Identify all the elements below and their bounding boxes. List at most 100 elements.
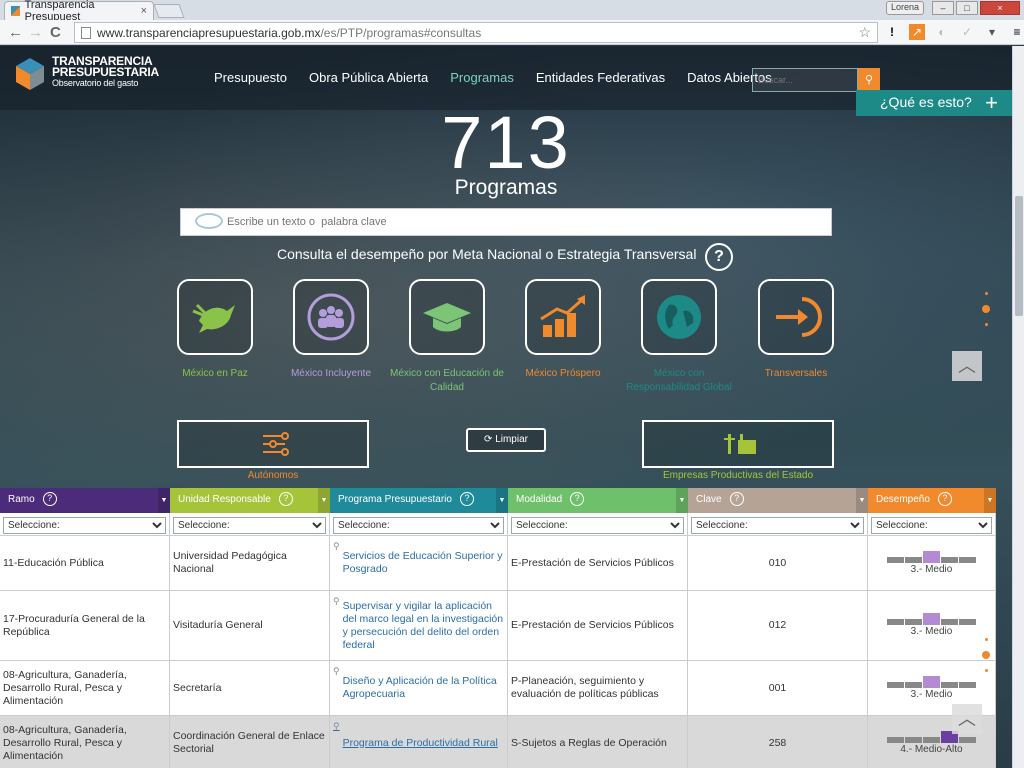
- performance-indicator: 3.- Medio: [871, 675, 992, 701]
- new-tab-button[interactable]: [153, 4, 185, 18]
- alert-extension-icon[interactable]: !: [884, 24, 900, 40]
- reload-icon[interactable]: C: [50, 24, 61, 41]
- meta-mexico-educacion[interactable]: México con Educación de Calidad: [387, 279, 507, 395]
- search-icon[interactable]: ⚲: [858, 68, 880, 92]
- keyword-search: [180, 208, 832, 236]
- help-icon[interactable]: ?: [729, 492, 744, 506]
- meta-icon-box: [409, 279, 485, 355]
- menu-entidades[interactable]: Entidades Federativas: [536, 70, 665, 85]
- scroll-top-icon[interactable]: ︿: [952, 351, 982, 381]
- minimize-icon[interactable]: –: [932, 1, 954, 15]
- sort-arrow-icon[interactable]: ▼: [318, 488, 330, 513]
- meta-transversales[interactable]: Transversales: [736, 279, 856, 381]
- filter-clave-select[interactable]: Seleccione:: [691, 517, 864, 534]
- search-icon: ⚲: [333, 721, 340, 731]
- help-icon[interactable]: ?: [937, 492, 952, 506]
- header-modalidad[interactable]: Modalidad? ▼: [508, 488, 688, 513]
- back-icon[interactable]: ←: [8, 24, 23, 41]
- tab-close-icon[interactable]: ×: [141, 5, 147, 17]
- moon-extension-icon[interactable]: ◐: [934, 24, 950, 40]
- scrollbar-thumb[interactable]: [1015, 196, 1023, 316]
- indicator-dot-active[interactable]: [982, 305, 990, 313]
- help-icon[interactable]: ?: [705, 243, 733, 271]
- meta-label: México con Responsabilidad Global: [626, 368, 732, 393]
- meta-mexico-en-paz[interactable]: México en Paz: [155, 279, 275, 381]
- program-link[interactable]: ⚲ Supervisar y vigilar la aplicación del …: [330, 591, 508, 660]
- site-search-input[interactable]: [752, 68, 858, 92]
- site-logo[interactable]: TRANSPARENCIA PRESUPUESTARIA Observatori…: [14, 55, 159, 92]
- sort-arrow-icon[interactable]: ▼: [676, 488, 688, 513]
- performance-bars: [886, 613, 977, 625]
- page-scrollbar[interactable]: [1012, 46, 1024, 768]
- menu-obra-publica[interactable]: Obra Pública Abierta: [309, 70, 428, 85]
- header-clave[interactable]: Clave? ▼: [688, 488, 868, 513]
- dove-icon: [192, 303, 235, 333]
- cell-desempeno: 3.- Medio: [868, 536, 996, 590]
- program-link[interactable]: ⚲ Diseño y Aplicación de la Política Agro…: [330, 661, 508, 715]
- window-close-icon[interactable]: ×: [980, 1, 1020, 15]
- autonomos-button[interactable]: [177, 420, 369, 468]
- menu-programas[interactable]: Programas: [450, 70, 514, 85]
- header-desempeno[interactable]: Desempeño? ▼: [868, 488, 996, 513]
- browser-tab[interactable]: Transparencia Presupuest ×: [4, 0, 154, 23]
- filter-unidad-select[interactable]: Seleccione:: [173, 517, 326, 534]
- filter-ramo-select[interactable]: Seleccione:: [3, 517, 166, 534]
- logo-line-2: PRESUPUESTARIA: [52, 65, 159, 79]
- cell-modalidad: S-Sujetos a Reglas de Operación: [508, 716, 688, 768]
- indicator-dot[interactable]: [984, 323, 988, 326]
- bookmark-star-icon[interactable]: ☆: [858, 24, 871, 41]
- cube-logo-icon: [16, 58, 44, 90]
- limpiar-button[interactable]: ⟳ Limpiar: [466, 428, 546, 452]
- browser-menu-icon[interactable]: ≡: [1009, 24, 1024, 40]
- help-icon[interactable]: ?: [459, 492, 474, 506]
- indicator-dot[interactable]: [984, 669, 988, 672]
- filter-programa: Seleccione:: [330, 513, 508, 535]
- header-unidad[interactable]: Unidad Responsable? ▼: [170, 488, 330, 513]
- url-field[interactable]: www.transparenciapresupuestaria.gob.mx/e…: [74, 22, 878, 43]
- sort-arrow-icon[interactable]: ▼: [984, 488, 996, 513]
- performance-label: 3.- Medio: [910, 626, 953, 637]
- site-search: ⚲: [752, 68, 880, 92]
- magnifier-icon: [195, 213, 223, 229]
- meta-mexico-prospero[interactable]: México Próspero: [503, 279, 623, 381]
- header-programa[interactable]: Programa Presupuestario? ▼: [330, 488, 508, 513]
- sort-arrow-icon[interactable]: ▼: [158, 488, 170, 513]
- help-icon[interactable]: ?: [570, 492, 585, 506]
- scroll-top-icon-bottom[interactable]: ︿: [952, 704, 982, 734]
- meta-icon-box: [641, 279, 717, 355]
- filter-programa-select[interactable]: Seleccione:: [333, 517, 504, 534]
- help-icon[interactable]: ?: [42, 492, 57, 506]
- indicator-dot-active[interactable]: [982, 651, 990, 659]
- page-icon: [81, 27, 91, 39]
- cell-unidad: Coordinación General de Enlace Sectorial: [170, 716, 330, 768]
- program-link-text: Servicios de Educación Superior y Posgra…: [342, 550, 503, 575]
- help-icon[interactable]: ?: [278, 492, 293, 506]
- filter-desempeno-select[interactable]: Seleccione:: [871, 517, 992, 534]
- filter-modalidad-select[interactable]: Seleccione:: [511, 517, 684, 534]
- maximize-icon[interactable]: □: [956, 1, 978, 15]
- performance-label: 3.- Medio: [910, 563, 953, 575]
- check-extension-icon[interactable]: ✓: [959, 24, 975, 40]
- program-link[interactable]: ⚲ Servicios de Educación Superior y Posgr…: [330, 536, 508, 590]
- pocket-extension-icon[interactable]: ▾: [984, 24, 1000, 40]
- indicator-dot[interactable]: [984, 638, 988, 641]
- sort-arrow-icon[interactable]: ▼: [496, 488, 508, 513]
- meta-label: México en Paz: [182, 368, 248, 379]
- forward-icon[interactable]: →: [28, 24, 43, 41]
- indicator-dot[interactable]: [984, 292, 988, 295]
- meta-mexico-global[interactable]: México con Responsabilidad Global: [619, 279, 739, 395]
- header-ramo[interactable]: Ramo? ▼: [0, 488, 170, 513]
- chart-extension-icon[interactable]: ↗: [909, 24, 925, 40]
- table-row: 11-Educación Pública Universidad Pedagóg…: [0, 535, 996, 590]
- filter-unidad: Seleccione:: [170, 513, 330, 535]
- keyword-search-input[interactable]: [227, 211, 817, 233]
- profile-button[interactable]: Lorena: [885, 1, 924, 15]
- factory-icon: [724, 434, 756, 454]
- sort-arrow-icon[interactable]: ▼: [856, 488, 868, 513]
- meta-mexico-incluyente[interactable]: México Incluyente: [271, 279, 391, 381]
- sliders-icon: [263, 432, 289, 456]
- cell-clave: 001: [688, 661, 868, 715]
- empresas-button[interactable]: [642, 420, 834, 468]
- menu-presupuesto[interactable]: Presupuesto: [214, 70, 287, 85]
- program-link[interactable]: ⚲ Programa de Productividad Rural: [330, 716, 508, 768]
